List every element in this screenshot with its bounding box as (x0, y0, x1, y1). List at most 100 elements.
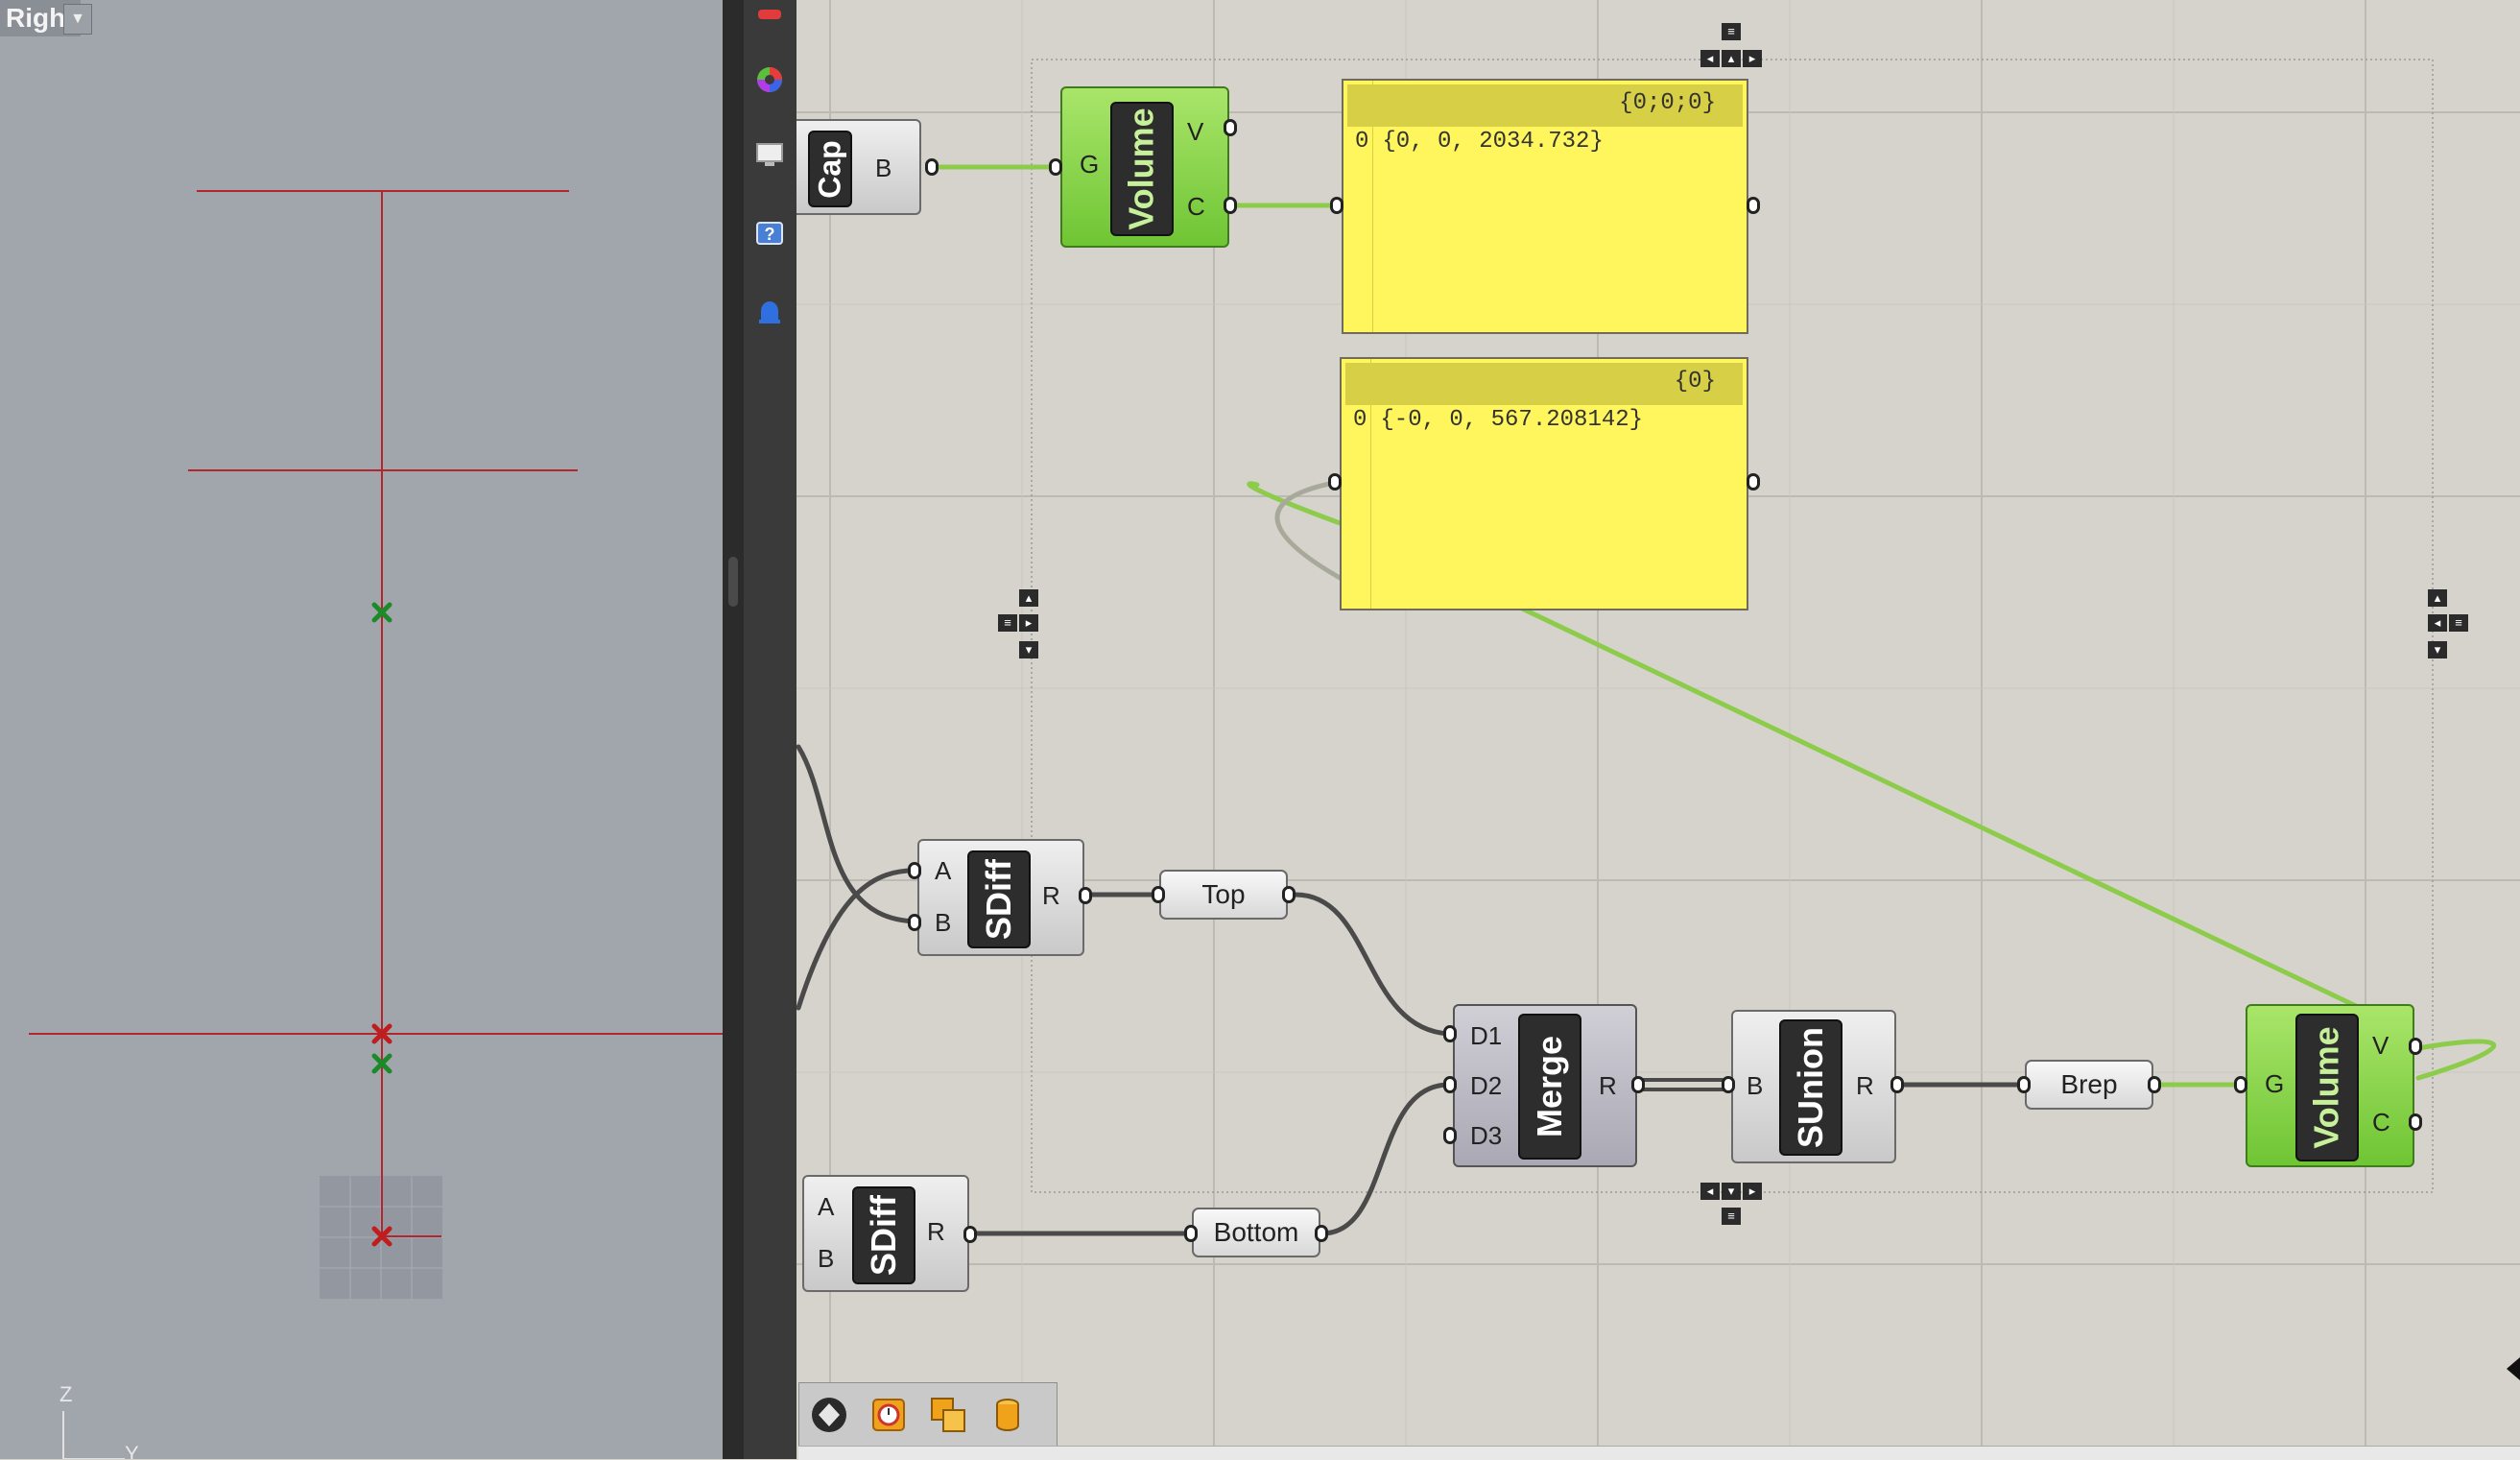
sunion-core: SUnion (1779, 1019, 1842, 1156)
panel-1-output-port[interactable] (1747, 197, 1760, 214)
arrow-down-icon[interactable]: ▾ (2428, 641, 2447, 658)
volume-input-label: G (2265, 1069, 2285, 1098)
group-menu-icon[interactable]: ≡ (1722, 1208, 1741, 1225)
sdiff-input-a-label: A (935, 856, 952, 885)
arrow-center-icon[interactable]: ▴ (1722, 50, 1741, 67)
sunion-r-port[interactable] (1890, 1076, 1904, 1093)
panel-1-input-port[interactable] (1330, 197, 1343, 214)
volume-bottom-v-port[interactable] (2409, 1038, 2422, 1055)
panel-1-row: 0 {0, 0, 2034.732} (1355, 129, 1604, 155)
help-icon[interactable]: ? (753, 217, 786, 250)
pane-splitter[interactable] (723, 0, 744, 1459)
sdiff-output-label: R (927, 1217, 945, 1246)
arrow-right-icon[interactable]: ▸ (1743, 1183, 1762, 1200)
sdiff1-r-port[interactable] (1079, 887, 1092, 904)
sdiff-component-2[interactable]: SDiff A B R (802, 1175, 969, 1292)
rhino-viewport[interactable]: Right ▼ Z Y (0, 0, 723, 1459)
volume-component-bottom[interactable]: Volume G V C (2246, 1004, 2414, 1167)
volume-c-port[interactable] (1224, 197, 1237, 214)
sunion-component[interactable]: SUnion B R (1731, 1010, 1896, 1163)
sunion-input-label: B (1747, 1071, 1764, 1100)
cap-output-port[interactable] (925, 158, 939, 176)
viewport-geometry (29, 190, 723, 1459)
preview-icon[interactable] (807, 1393, 851, 1437)
merge-r-port[interactable] (1631, 1076, 1645, 1093)
arrow-center-icon[interactable]: ◂ (2428, 614, 2447, 632)
arrow-up-icon[interactable]: ▴ (2428, 589, 2447, 607)
sdiff-core: SDiff (852, 1186, 915, 1284)
collapse-arrow-icon[interactable] (2503, 1357, 2520, 1380)
copy-icon[interactable] (926, 1393, 970, 1437)
record-icon[interactable] (753, 0, 786, 33)
bell-icon[interactable] (753, 296, 786, 328)
arrow-up-icon[interactable]: ▴ (1019, 589, 1038, 607)
panel-2-output-port[interactable] (1747, 473, 1760, 491)
merge-component[interactable]: Merge D1 D2 D3 R (1453, 1004, 1637, 1167)
sdiff-component-1[interactable]: SDiff A B R (917, 839, 1084, 956)
sdiff2-r-port[interactable] (963, 1226, 977, 1243)
axis-z-label: Z (59, 1382, 73, 1406)
merge-input-d2-label: D2 (1470, 1071, 1503, 1100)
merge-d2-port[interactable] (1443, 1076, 1457, 1093)
merge-input-d3-label: D3 (1470, 1121, 1503, 1150)
splitter-grip[interactable] (728, 557, 738, 607)
merge-core: Merge (1518, 1014, 1581, 1160)
merge-d3-port[interactable] (1443, 1127, 1457, 1144)
sdiff-input-b-label: B (818, 1244, 835, 1273)
arrow-left-icon[interactable]: ◂ (1700, 50, 1720, 67)
group-menu-icon[interactable]: ≡ (998, 614, 1017, 632)
group-menu-icon[interactable]: ≡ (2449, 614, 2468, 632)
volume-output-c-label: C (1187, 192, 1205, 221)
arrow-center-icon[interactable]: ▸ (1019, 614, 1038, 632)
param-bottom-output-port[interactable] (1315, 1225, 1328, 1242)
merge-output-label: R (1599, 1071, 1617, 1100)
volume-v-port[interactable] (1224, 119, 1237, 136)
canvas-bottom-toolbar (798, 1382, 1058, 1448)
arrow-right-icon[interactable]: ▸ (1743, 50, 1762, 67)
panel-2[interactable]: {0} 0 {-0, 0, 567.208142} (1340, 357, 1748, 610)
volume-output-v-label: V (1187, 117, 1204, 146)
volume-input-port[interactable] (1049, 158, 1062, 176)
sunion-b-port[interactable] (1722, 1076, 1735, 1093)
merge-d1-port[interactable] (1443, 1025, 1457, 1042)
wire-top-merge (1293, 892, 1452, 1037)
monitor-icon[interactable] (753, 138, 786, 171)
cylinder-icon[interactable] (986, 1393, 1030, 1437)
grasshopper-canvas[interactable]: Cap B Volume G V C {0;0;0} 0 {0, 0, 2034.… (796, 0, 2520, 1459)
volume-bottom-g-port[interactable] (2234, 1076, 2247, 1093)
panel-1[interactable]: {0;0;0} 0 {0, 0, 2034.732} (1342, 79, 1748, 334)
param-brep[interactable]: Brep (2025, 1060, 2153, 1110)
cap-output-label: B (875, 154, 892, 182)
volume-core: Volume (1110, 102, 1174, 236)
group-menu-icon[interactable]: ≡ (1722, 23, 1741, 40)
panel-2-input-port[interactable] (1328, 473, 1342, 491)
chevron-down-icon[interactable]: ▼ (63, 4, 92, 35)
panel-2-path: {0} (1345, 363, 1743, 405)
volume-output-v-label: V (2372, 1031, 2389, 1060)
sdiff-input-b-label: B (935, 908, 952, 937)
arrow-left-icon[interactable]: ◂ (1700, 1183, 1720, 1200)
param-bottom-input-port[interactable] (1184, 1225, 1198, 1242)
sdiff-core: SDiff (967, 850, 1031, 948)
sdiff-input-a-label: A (818, 1192, 835, 1221)
volume-bottom-c-port[interactable] (2409, 1113, 2422, 1131)
sdiff1-a-port[interactable] (908, 862, 921, 879)
param-top[interactable]: Top (1159, 870, 1288, 920)
param-brep-output-port[interactable] (2148, 1076, 2161, 1093)
axis-y-label: Y (125, 1442, 139, 1459)
color-wheel-icon[interactable] (753, 63, 786, 96)
sdiff1-b-port[interactable] (908, 914, 921, 931)
param-top-output-port[interactable] (1282, 886, 1296, 903)
param-bottom[interactable]: Bottom (1192, 1208, 1320, 1257)
svg-text:?: ? (765, 225, 775, 244)
volume-component-top[interactable]: Volume G V C (1060, 86, 1229, 248)
timer-icon[interactable] (867, 1393, 911, 1437)
panel-2-row: 0 {-0, 0, 567.208142} (1353, 407, 1644, 433)
wire-bottom-merge (1319, 1082, 1452, 1236)
param-top-input-port[interactable] (1152, 886, 1165, 903)
arrow-center-icon[interactable]: ▾ (1722, 1183, 1741, 1200)
param-brep-input-port[interactable] (2017, 1076, 2031, 1093)
volume-output-c-label: C (2372, 1108, 2390, 1137)
arrow-down-icon[interactable]: ▾ (1019, 641, 1038, 658)
cap-component[interactable]: Cap B (796, 119, 921, 215)
